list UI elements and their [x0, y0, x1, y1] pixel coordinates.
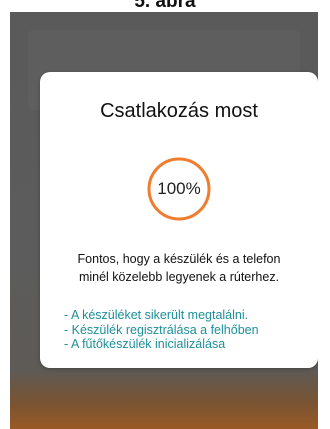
- status-step: - A készüléket sikerült megtalálni.: [64, 308, 249, 322]
- info-text: Fontos, hogy a készülék és a telefon min…: [52, 250, 306, 286]
- app-screen: Csatlakozás most 100% Fontos, hogy a kés…: [10, 12, 318, 429]
- figure-caption: 5. ábra: [134, 0, 196, 12]
- dialog-title: Csatlakozás most: [100, 100, 258, 122]
- info-line-1: Fontos, hogy a készülék és a telefon: [77, 252, 281, 266]
- status-step: - Készülék regisztrálása a felhőben: [64, 322, 259, 337]
- progress-ring: 100%: [146, 156, 212, 222]
- status-step: - A fűtőkészülék inicializálása: [64, 337, 226, 351]
- status-steps: - A készüléket sikerült megtalálni. - Ké…: [64, 308, 308, 352]
- figure-frame: 5. ábra Csatlakozás most 100% Fontos, ho…: [0, 0, 330, 429]
- progress-percent: 100%: [157, 179, 201, 198]
- info-line-2: minél közelebb legyenek a rúterhez.: [78, 270, 280, 284]
- connecting-dialog: Csatlakozás most 100% Fontos, hogy a kés…: [40, 72, 318, 368]
